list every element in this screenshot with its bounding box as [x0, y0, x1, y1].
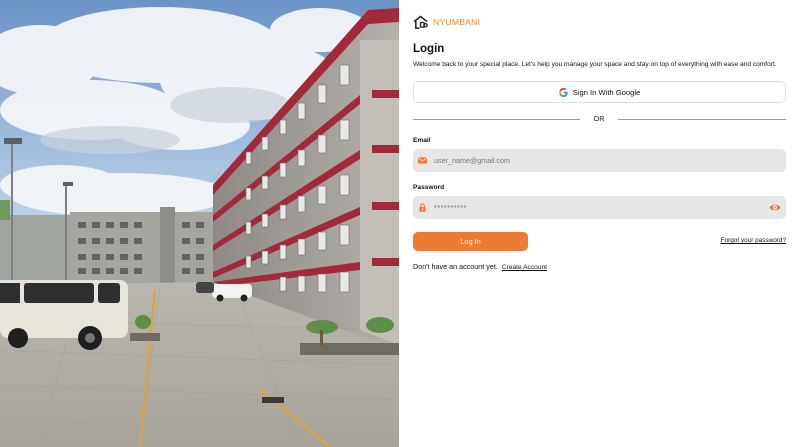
divider-line-right [618, 119, 786, 120]
brand-name: NYUMBANI [433, 17, 481, 27]
password-input[interactable] [434, 197, 754, 218]
eye-icon[interactable] [769, 203, 781, 212]
create-account-link[interactable]: Create Account [502, 264, 547, 271]
google-icon [558, 87, 568, 97]
home-icon [413, 15, 428, 29]
no-account-text: Don't have an account yet. [413, 262, 498, 271]
page-title: Login [413, 43, 445, 55]
signup-prompt: Don't have an account yet. Create Accoun… [413, 262, 547, 271]
password-label: Password [413, 184, 445, 191]
divider-text: OR [593, 114, 605, 123]
or-divider: OR [413, 113, 786, 125]
forgot-password-link[interactable]: Forgot your password? [721, 237, 786, 244]
login-panel: NYUMBANI Login Welcome back to your spec… [413, 0, 786, 447]
divider-line-left [413, 119, 580, 120]
login-button[interactable]: Log In [413, 232, 528, 251]
lock-icon [419, 203, 426, 212]
google-signin-label: Sign In With Google [572, 87, 641, 97]
envelope-icon [418, 157, 427, 164]
welcome-text: Welcome back to your special place. Let'… [413, 61, 777, 68]
brand[interactable]: NYUMBANI [413, 14, 480, 30]
email-field[interactable] [413, 149, 786, 172]
google-signin-button[interactable]: Sign In With Google [413, 81, 786, 103]
hero-photo [0, 0, 399, 447]
password-field[interactable] [413, 196, 786, 219]
email-input[interactable] [434, 150, 754, 171]
email-label: Email [413, 137, 431, 144]
